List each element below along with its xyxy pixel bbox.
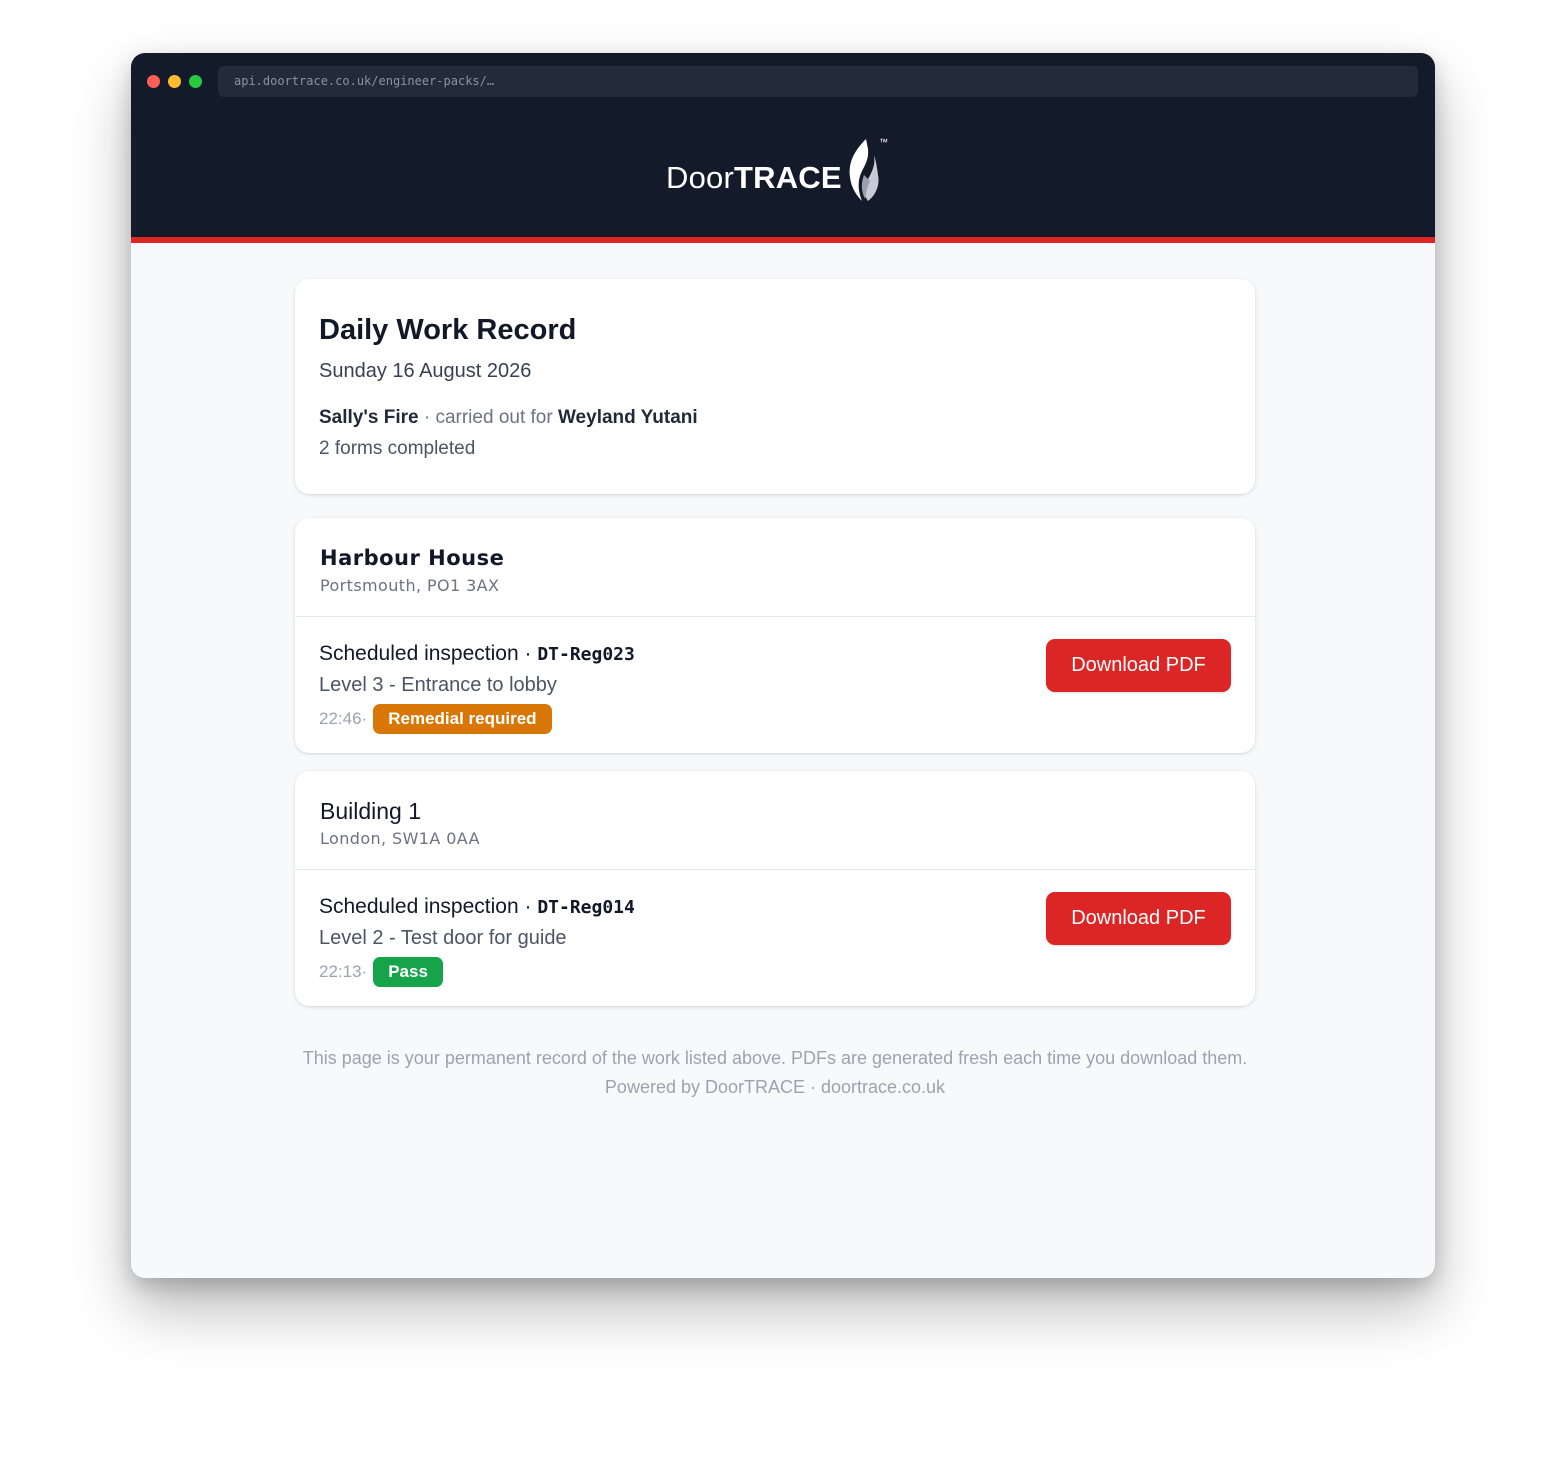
address-bar[interactable]: api.doortrace.co.uk/engineer-packs/…	[218, 66, 1418, 97]
company-name: Sally's Fire	[319, 407, 419, 428]
forms-count: 2 forms completed	[319, 438, 476, 459]
building-header: Building 1 London, SW1A 0AA	[295, 771, 1255, 870]
footer-powered-by: Powered by DoorTRACE · doortrace.co.uk	[604, 1077, 946, 1097]
company-line: Sally's Fire · carried out for Weyland Y…	[319, 404, 1231, 432]
trademark-symbol: ™	[879, 137, 888, 147]
form-time: 22:13	[319, 962, 362, 981]
form-time: 22:46	[319, 709, 362, 728]
form-meta: 22:13 · Pass	[319, 957, 1231, 987]
form-reference: DT-Reg014	[537, 897, 635, 918]
status-badge: Pass	[373, 957, 443, 987]
form-meta-separator: ·	[361, 962, 368, 981]
building-card-harbour-house: Harbour House Portsmouth, PO1 3AX Schedu…	[295, 518, 1255, 753]
brand-header: DoorTRACE ™	[131, 109, 1435, 243]
main-content: Daily Work Record Sunday 16 August 2026 …	[295, 279, 1255, 1102]
logo-word-door: Door	[666, 160, 734, 195]
building-header: Harbour House Portsmouth, PO1 3AX	[295, 518, 1255, 617]
summary-card: Daily Work Record Sunday 16 August 2026 …	[295, 279, 1255, 494]
building-address: Portsmouth, PO1 3AX	[320, 576, 500, 595]
form-title-separator: ·	[518, 895, 538, 918]
logo-wordmark: DoorTRACE	[666, 158, 842, 203]
logo-word-trace: TRACE	[734, 160, 842, 195]
download-pdf-button[interactable]: Download PDF	[1046, 639, 1231, 692]
page-title: Daily Work Record	[319, 314, 577, 346]
download-pdf-button[interactable]: Download PDF	[1046, 892, 1231, 945]
record-date: Sunday 16 August 2026	[319, 360, 532, 382]
browser-titlebar: api.doortrace.co.uk/engineer-packs/…	[131, 53, 1435, 109]
form-title-separator: ·	[518, 642, 538, 665]
page-footer: This page is your permanent record of th…	[295, 1044, 1255, 1102]
form-reference: DT-Reg023	[537, 644, 635, 665]
form-meta-separator: ·	[361, 709, 368, 728]
form-meta: 22:46 · Remedial required	[319, 704, 1231, 734]
close-window-icon[interactable]	[147, 75, 160, 88]
building-name: Harbour House	[320, 546, 505, 570]
doortrace-logo: DoorTRACE ™	[666, 133, 888, 203]
building-address: London, SW1A 0AA	[320, 829, 480, 848]
footer-note: This page is your permanent record of th…	[302, 1048, 1248, 1068]
carried-out-text: · carried out for	[418, 407, 558, 428]
browser-window: api.doortrace.co.uk/engineer-packs/… Doo…	[131, 53, 1435, 1278]
flame-icon	[849, 139, 879, 201]
form-row: Scheduled inspection · DT-Reg014 Level 2…	[295, 870, 1255, 1006]
minimize-window-icon[interactable]	[168, 75, 181, 88]
client-name: Weyland Yutani	[557, 407, 698, 428]
form-type: Scheduled inspection	[319, 642, 519, 665]
building-name: Building 1	[320, 798, 422, 824]
maximize-window-icon[interactable]	[189, 75, 202, 88]
status-badge: Remedial required	[373, 704, 552, 734]
building-card-building-1: Building 1 London, SW1A 0AA Scheduled in…	[295, 771, 1255, 1006]
form-type: Scheduled inspection	[319, 895, 519, 918]
form-row: Scheduled inspection · DT-Reg023 Level 3…	[295, 617, 1255, 753]
